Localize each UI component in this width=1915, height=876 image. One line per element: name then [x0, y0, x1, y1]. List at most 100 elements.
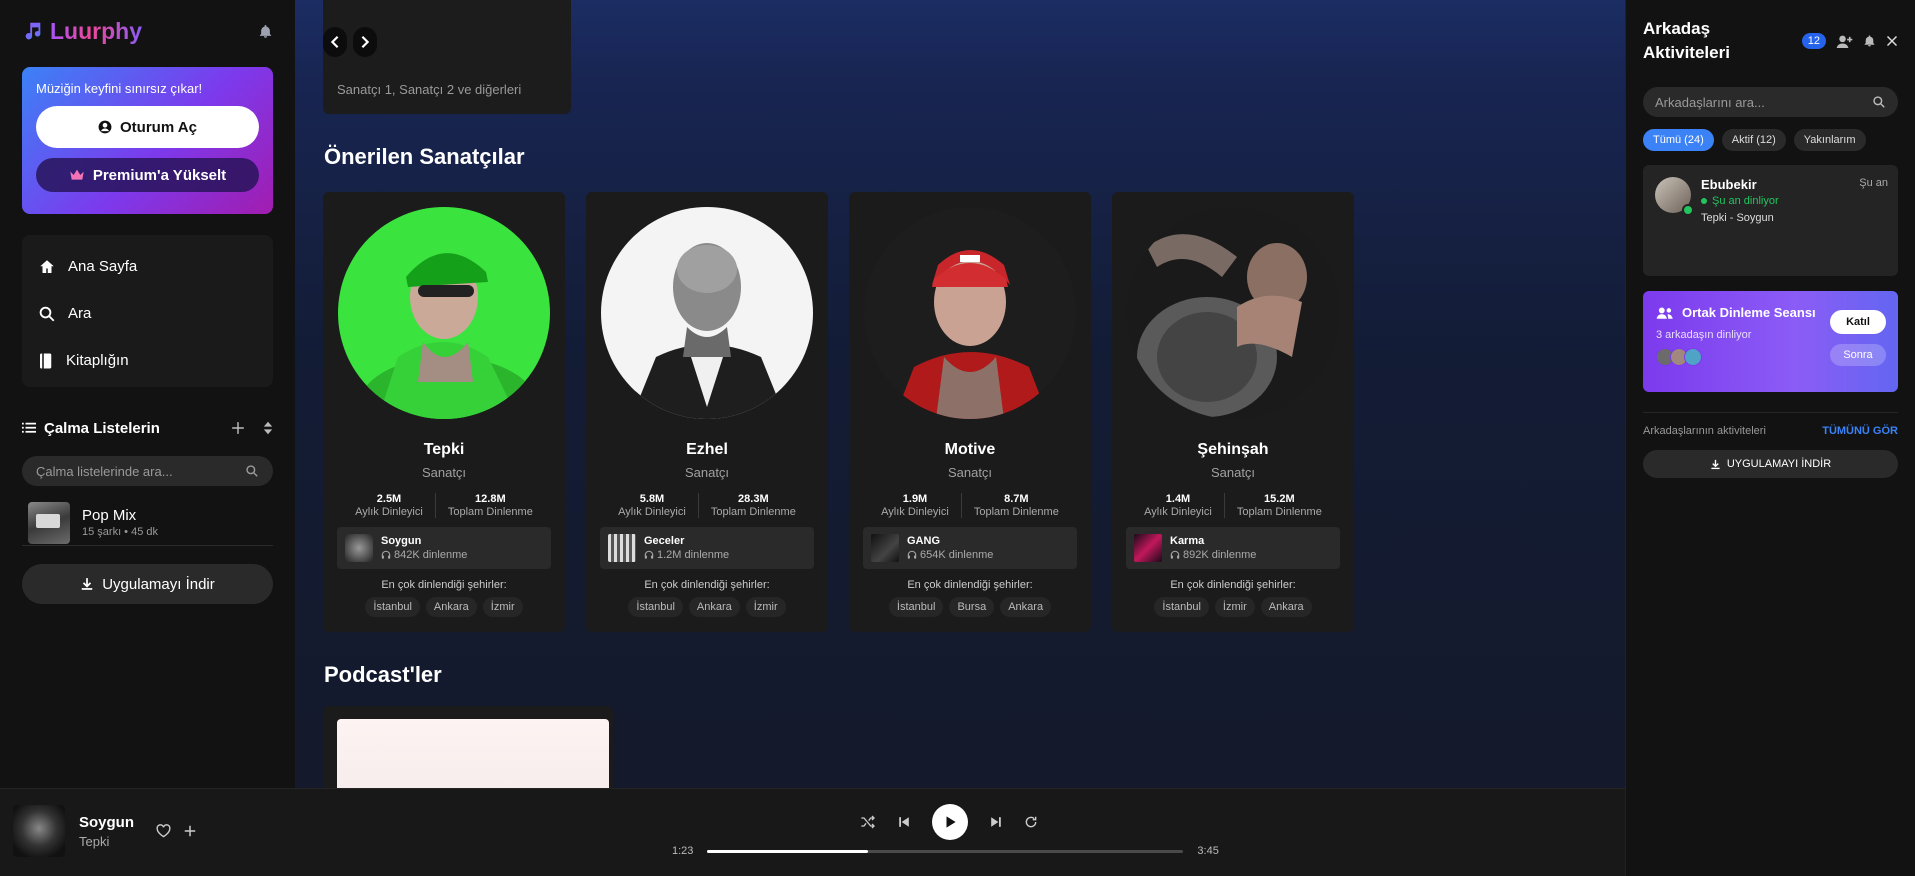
recommended-artists-title: Önerilen Sanatçılar — [324, 144, 525, 169]
user-circle-icon — [98, 120, 112, 134]
brand-name: Luurphy — [50, 17, 142, 44]
artist-name: Motive — [944, 441, 996, 458]
city-tags: İstanbul Ankara İzmir — [337, 597, 551, 617]
upgrade-premium-label: Premium'a Yükselt — [92, 166, 227, 184]
city-tag: İstanbul — [365, 597, 420, 617]
friend-activity-title: Arkadaş Aktiviteleri — [1643, 19, 1730, 62]
now-playing-artist[interactable]: Tepki — [79, 834, 134, 849]
playlists-header: Çalma Listelerin — [22, 410, 273, 446]
heart-icon[interactable] — [156, 824, 171, 838]
song-title: Geceler — [644, 535, 685, 547]
upgrade-premium-button[interactable]: Premium'a Yükselt — [36, 158, 259, 192]
playlists-actions — [231, 421, 273, 435]
city-tags: İstanbul Bursa Ankara — [863, 597, 1077, 617]
tab-active[interactable]: Aktif (12) — [1721, 129, 1786, 151]
brand-logo[interactable]: Luurphy — [22, 18, 142, 45]
friend-activity-header: Arkadaş Aktiviteleri 12 — [1643, 17, 1898, 65]
top-song[interactable]: GANG 654K dinlenme — [863, 527, 1077, 569]
cities-label: En çok dinlendiği şehirler: — [907, 579, 1033, 591]
podcasts-title: Podcast'ler — [324, 662, 442, 687]
artist-role: Sanatçı — [684, 465, 730, 480]
search-icon[interactable] — [1872, 95, 1886, 109]
nav-item-label: Kitaplığın — [66, 352, 129, 369]
nav-item-search[interactable]: Ara — [22, 290, 273, 337]
notification-bell-icon[interactable] — [258, 24, 273, 39]
progress-bar[interactable] — [707, 849, 1184, 853]
list-icon — [22, 422, 36, 434]
group-session-title-label: Ortak Dinleme Seansı — [1682, 305, 1816, 320]
friends-activities-label: Arkadaşlarının aktiviteleri — [1643, 425, 1766, 437]
tab-all[interactable]: Tümü (24) — [1643, 129, 1714, 151]
top-card-artists: Sanatçı 1, Sanatçı 2 ve diğerleri — [337, 82, 522, 97]
artist-photo — [864, 207, 1076, 419]
playlist-search-input[interactable] — [36, 463, 236, 479]
now-playing-title[interactable]: Soygun — [79, 814, 134, 831]
later-button[interactable]: Sonra — [1830, 344, 1886, 366]
see-all-link[interactable]: TÜMÜNÜ GÖR — [1822, 425, 1898, 437]
join-session-button[interactable]: Katıl — [1830, 310, 1886, 334]
top-song[interactable]: Soygun 842K dinlenme — [337, 527, 551, 569]
nav-item-library[interactable]: Kitaplığın — [22, 337, 273, 384]
forward-button[interactable] — [353, 27, 377, 57]
headphones-icon — [907, 550, 917, 560]
total-plays-label: Toplam Dinlenme — [710, 506, 796, 518]
next-icon[interactable] — [990, 816, 1002, 828]
now-playing: Soygun Tepki — [13, 805, 197, 857]
friend-count-badge: 12 — [1801, 33, 1826, 49]
city-tag: İzmir — [482, 597, 523, 617]
back-button[interactable] — [323, 27, 347, 57]
add-friend-icon[interactable] — [1836, 34, 1853, 49]
playlist-meta: 15 şarkı • 45 dk — [82, 526, 159, 538]
login-button[interactable]: Oturum Aç — [36, 106, 259, 148]
playlists-title-label: Çalma Listelerin — [44, 419, 160, 437]
add-icon[interactable] — [183, 824, 197, 838]
total-plays-value: 8.7M — [1004, 493, 1029, 505]
library-icon — [38, 352, 54, 370]
chevron-right-icon — [360, 35, 370, 49]
friend-search-box — [1643, 87, 1898, 117]
close-icon[interactable] — [1886, 35, 1898, 47]
now-playing-cover[interactable] — [13, 805, 65, 857]
playlist-item-pop-mix[interactable]: Pop Mix 15 şarkı • 45 dk — [22, 500, 273, 546]
monthly-listeners-label: Aylık Dinleyici — [355, 506, 423, 518]
cities-label: En çok dinlendiği şehirler: — [644, 579, 770, 591]
search-icon[interactable] — [245, 464, 259, 478]
sort-icon[interactable] — [263, 421, 273, 435]
notification-bell-icon[interactable] — [1863, 34, 1876, 48]
top-playlist-card[interactable]: Sanatçı 1, Sanatçı 2 ve diğerleri — [323, 0, 571, 114]
now-playing-actions — [156, 824, 197, 838]
nav-item-home[interactable]: Ana Sayfa — [22, 243, 273, 290]
activity-time: Şu an — [1859, 177, 1888, 189]
monthly-listeners-value: 5.8M — [639, 493, 665, 505]
play-button[interactable] — [932, 804, 968, 840]
total-plays-label: Toplam Dinlenme — [973, 506, 1059, 518]
artist-card[interactable]: Tepki Sanatçı 2.5M Aylık Dinleyici 12.8M T… — [323, 192, 565, 632]
repeat-icon[interactable] — [1024, 815, 1038, 829]
tab-close-friends[interactable]: Yakınlarım — [1793, 129, 1866, 151]
play-icon — [943, 815, 957, 829]
artist-card[interactable]: Motive Sanatçı 1.9M Aylık Dinleyici 8.7M T… — [849, 192, 1091, 632]
friend-search-input[interactable] — [1655, 94, 1855, 110]
monthly-listeners-label: Aylık Dinleyici — [618, 506, 686, 518]
music-note-icon — [22, 20, 44, 42]
shuffle-icon[interactable] — [860, 815, 876, 829]
add-playlist-icon[interactable] — [231, 421, 245, 435]
friend-activity-card[interactable]: Ebubekir Şu an dinliyor Tepki - Soygun Ş… — [1643, 165, 1898, 276]
previous-icon[interactable] — [898, 816, 910, 828]
chevron-left-icon — [330, 35, 340, 49]
playlist-cover — [28, 501, 70, 544]
artist-stats: 5.8M Aylık Dinleyici 28.3M Toplam Dinlenme — [600, 493, 814, 518]
download-app-button[interactable]: Uygulamayı İndir — [22, 564, 273, 604]
artist-card[interactable]: Ezhel Sanatçı 5.8M Aylık Dinleyici 28.3M T… — [586, 192, 828, 632]
group-session-card: Ortak Dinleme Seansı 3 arkadaşın dinliyo… — [1643, 291, 1898, 392]
artist-card[interactable]: Şehinşah Sanatçı 1.4M Aylık Dinleyici 15.… — [1112, 192, 1354, 632]
top-song[interactable]: Karma 892K dinlenme — [1126, 527, 1340, 569]
history-nav — [323, 27, 377, 57]
monthly-listeners-value: 1.4M — [1165, 493, 1191, 505]
left-sidebar: Luurphy Müziğin keyfini sınırsız çıkar! … — [0, 0, 295, 788]
divider — [1643, 412, 1898, 413]
download-app-button-panel[interactable]: UYGULAMAYI İNDİR — [1643, 450, 1898, 478]
podcast-card[interactable] — [323, 706, 613, 788]
top-song[interactable]: Geceler 1.2M dinlenme — [600, 527, 814, 569]
artist-stats: 1.4M Aylık Dinleyici 15.2M Toplam Dinlenme — [1126, 493, 1340, 518]
